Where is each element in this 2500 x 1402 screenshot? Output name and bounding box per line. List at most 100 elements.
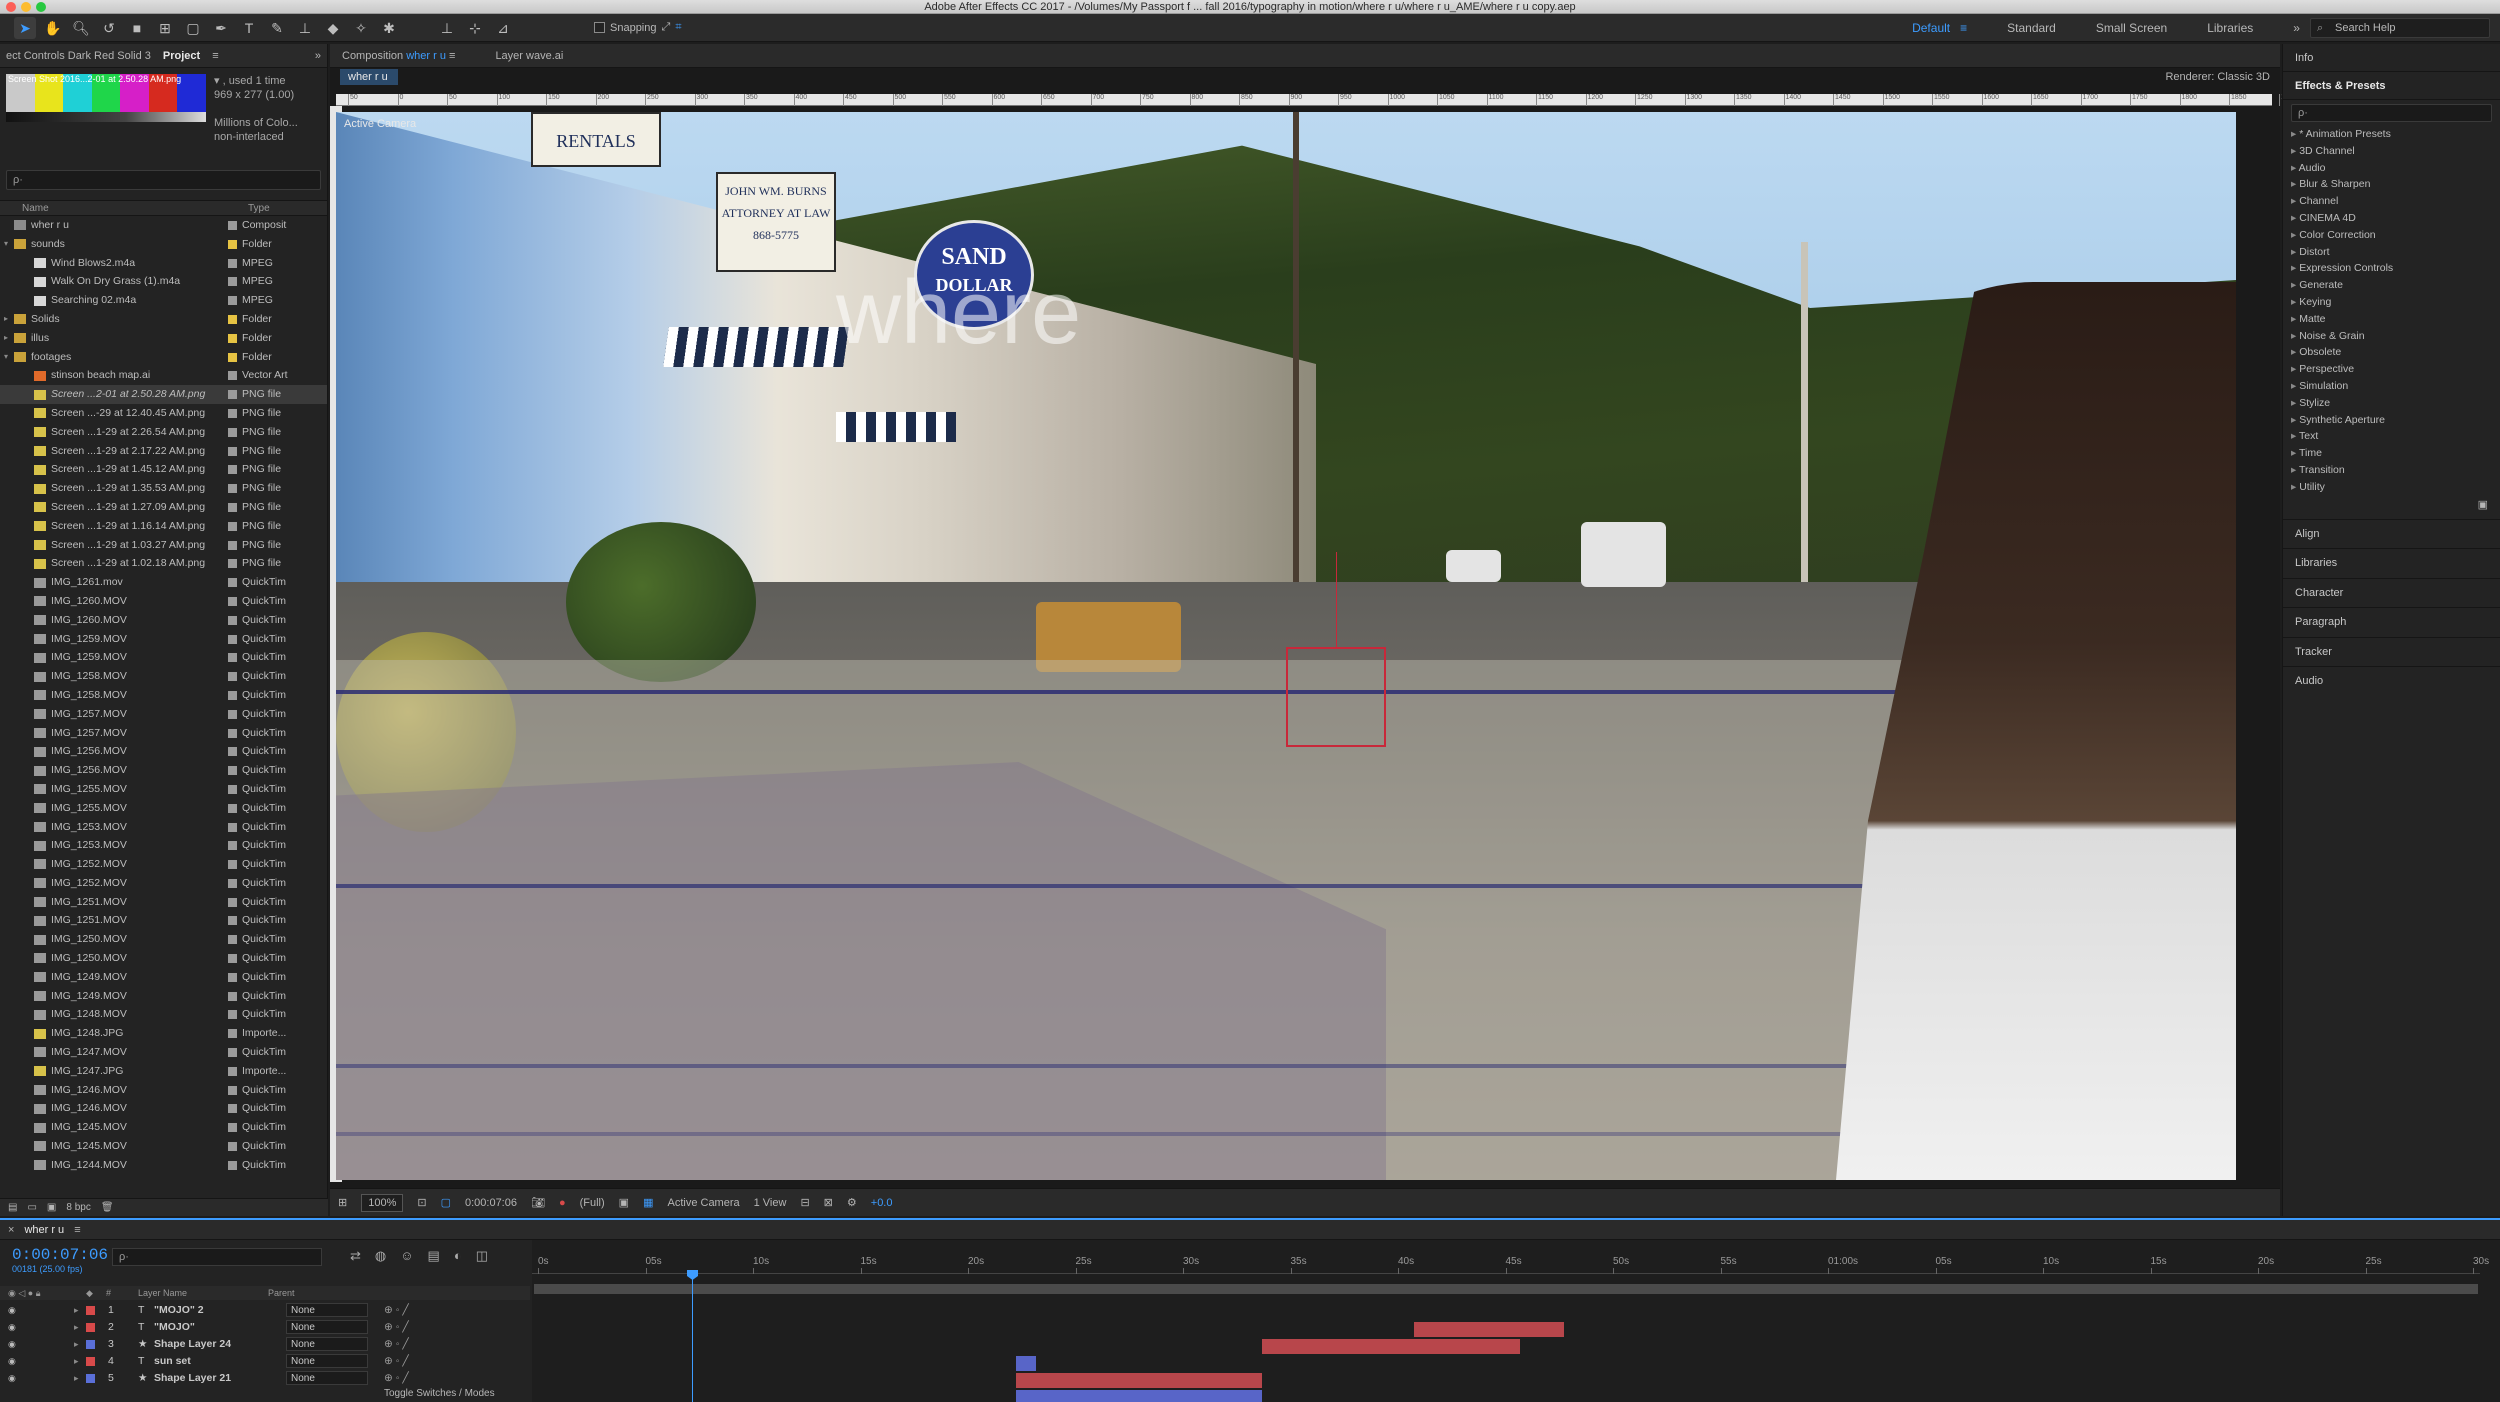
label-color-swatch[interactable]: [228, 728, 237, 738]
layer-name[interactable]: Shape Layer 24: [154, 1336, 231, 1353]
effect-category[interactable]: CINEMA 4D: [2291, 210, 2500, 227]
label-color-swatch[interactable]: [228, 333, 237, 343]
tab-composition[interactable]: Composition wher r u ≡: [342, 50, 455, 62]
motion-blur-icon[interactable]: ◐: [454, 1248, 462, 1264]
effect-category[interactable]: * Animation Presets: [2291, 126, 2500, 143]
label-color-swatch[interactable]: [228, 540, 237, 550]
label-color-swatch[interactable]: [228, 1123, 237, 1133]
effect-category[interactable]: Distort: [2291, 244, 2500, 261]
layer-disclosure-icon[interactable]: ▸: [74, 1370, 79, 1387]
parent-column[interactable]: Parent: [268, 1286, 295, 1300]
project-item[interactable]: Screen ...1-29 at 1.03.27 AM.png PNG file: [0, 536, 327, 555]
effects-search-input[interactable]: ρ·: [2291, 104, 2492, 122]
axis-world-icon[interactable]: ⊹: [464, 17, 486, 39]
panel-audio[interactable]: Audio: [2283, 666, 2500, 696]
selected-layer-handles[interactable]: [1286, 647, 1386, 747]
graph-editor-icon[interactable]: ◫: [476, 1248, 488, 1264]
layer-disclosure-icon[interactable]: ▸: [74, 1302, 79, 1319]
label-color-swatch[interactable]: [228, 390, 237, 400]
close-tab-icon[interactable]: ×: [8, 1224, 14, 1236]
project-item[interactable]: IMG_1246.MOV QuickTim: [0, 1081, 327, 1100]
info-panel-title[interactable]: Info: [2283, 44, 2500, 72]
parent-pickwhip-menu[interactable]: None: [286, 1354, 368, 1368]
project-item[interactable]: ▾ sounds Folder: [0, 235, 327, 254]
label-color-swatch[interactable]: [228, 615, 237, 625]
eraser-tool-icon[interactable]: ◆: [322, 17, 344, 39]
camera-tool-icon[interactable]: ■: [126, 17, 148, 39]
time-ruler[interactable]: 0s 05s 10s 15s 20s 25s 30s 35s 40s 45s 50s 55s 01:00…: [532, 1250, 2489, 1274]
layer-duration-bar[interactable]: [1016, 1390, 1262, 1402]
effect-category[interactable]: Generate: [2291, 277, 2500, 294]
trash-icon[interactable]: 🗑︎: [101, 1202, 114, 1213]
workspace-libraries[interactable]: Libraries: [2207, 21, 2253, 35]
effect-category[interactable]: Simulation: [2291, 378, 2500, 395]
workspace-default[interactable]: Default: [1912, 21, 1950, 35]
region-of-interest-icon[interactable]: ▣: [619, 1196, 629, 1209]
project-item[interactable]: Screen ...1-29 at 1.16.14 AM.png PNG file: [0, 517, 327, 536]
composition-viewer[interactable]: RENTALS JOHN WM. BURNS ATTORNEY AT LAW 8…: [336, 112, 2236, 1180]
layer-switches-icon[interactable]: ⊕ ◦ ╱: [384, 1302, 409, 1319]
project-item[interactable]: IMG_1257.MOV QuickTim: [0, 705, 327, 724]
label-color-swatch[interactable]: [228, 1160, 237, 1170]
snap-features-icon[interactable]: ⌗: [675, 21, 681, 34]
project-item[interactable]: IMG_1251.MOV QuickTim: [0, 893, 327, 912]
view-layout-menu[interactable]: 1 View: [754, 1197, 787, 1209]
effect-category[interactable]: Stylize: [2291, 395, 2500, 412]
effect-category[interactable]: Synthetic Aperture: [2291, 412, 2500, 429]
hand-tool-icon[interactable]: ✋: [42, 17, 64, 39]
label-color-swatch[interactable]: [228, 1066, 237, 1076]
tab-effect-controls[interactable]: ect Controls Dark Red Solid 3: [6, 50, 151, 62]
label-color-swatch[interactable]: [228, 897, 237, 907]
panel-menu-icon-timeline[interactable]: ≡: [74, 1224, 80, 1236]
project-item[interactable]: stinson beach map.ai Vector Art: [0, 366, 327, 385]
label-color-swatch[interactable]: [228, 1142, 237, 1152]
layer-label-swatch[interactable]: [86, 1374, 95, 1383]
puppet-tool-icon[interactable]: ✱: [378, 17, 400, 39]
workspace-menu-icon[interactable]: ≡: [1960, 21, 1967, 35]
project-item[interactable]: IMG_1255.MOV QuickTim: [0, 799, 327, 818]
effect-category[interactable]: Channel: [2291, 193, 2500, 210]
project-item[interactable]: IMG_1261.mov QuickTim: [0, 573, 327, 592]
layer-label-swatch[interactable]: [86, 1306, 95, 1315]
resolution-menu[interactable]: (Full): [580, 1197, 605, 1209]
project-item[interactable]: Screen ...1-29 at 1.45.12 AM.png PNG file: [0, 460, 327, 479]
label-color-swatch[interactable]: [228, 672, 237, 682]
new-comp-icon[interactable]: ▣: [47, 1202, 56, 1213]
label-color-swatch[interactable]: [228, 1104, 237, 1114]
project-item[interactable]: Screen ...1-29 at 1.02.18 AM.png PNG file: [0, 554, 327, 573]
new-folder-icon[interactable]: ▭: [27, 1202, 36, 1213]
label-color-swatch[interactable]: [228, 653, 237, 663]
layer-switches-icon[interactable]: ⊕ ◦ ╱: [384, 1336, 409, 1353]
layer-name[interactable]: sun set: [154, 1353, 191, 1370]
project-item[interactable]: Wind Blows2.m4a MPEG: [0, 254, 327, 273]
project-item[interactable]: Screen ...1-29 at 2.26.54 AM.png PNG file: [0, 423, 327, 442]
label-color-swatch[interactable]: [228, 502, 237, 512]
project-item[interactable]: IMG_1258.MOV QuickTim: [0, 686, 327, 705]
project-item[interactable]: IMG_1258.MOV QuickTim: [0, 667, 327, 686]
project-item[interactable]: IMG_1253.MOV QuickTim: [0, 818, 327, 837]
tab-layer[interactable]: Layer wave.ai: [495, 50, 563, 62]
column-name[interactable]: Name: [0, 201, 218, 215]
label-color-swatch[interactable]: [228, 521, 237, 531]
label-color-swatch[interactable]: [228, 1048, 237, 1058]
disclosure-triangle-icon[interactable]: ▾: [4, 235, 14, 254]
effect-category[interactable]: Matte: [2291, 311, 2500, 328]
project-item[interactable]: Searching 02.m4a MPEG: [0, 291, 327, 310]
project-item[interactable]: IMG_1260.MOV QuickTim: [0, 592, 327, 611]
layer-row[interactable]: ◉ ▸ 3 ★ Shape Layer 24 None ⊕ ◦ ╱: [0, 1336, 530, 1353]
label-color-swatch[interactable]: [228, 296, 237, 306]
project-item[interactable]: IMG_1245.MOV QuickTim: [0, 1118, 327, 1137]
layer-label-swatch[interactable]: [86, 1323, 95, 1332]
project-item[interactable]: ▾ footages Folder: [0, 348, 327, 367]
project-item[interactable]: Screen ...-29 at 12.40.45 AM.png PNG file: [0, 404, 327, 423]
selection-tool-icon[interactable]: ➤: [14, 16, 36, 39]
minimize-button[interactable]: [21, 2, 31, 12]
project-item[interactable]: Screen ...1-29 at 1.35.53 AM.png PNG file: [0, 479, 327, 498]
parent-pickwhip-menu[interactable]: None: [286, 1303, 368, 1317]
project-item[interactable]: IMG_1246.MOV QuickTim: [0, 1099, 327, 1118]
axis-local-icon[interactable]: ⊥: [436, 17, 458, 39]
rectangle-tool-icon[interactable]: ▢: [182, 17, 204, 39]
current-time-display[interactable]: 0:00:07:06: [12, 1246, 108, 1264]
project-item[interactable]: IMG_1257.MOV QuickTim: [0, 724, 327, 743]
project-item[interactable]: ▸ Solids Folder: [0, 310, 327, 329]
